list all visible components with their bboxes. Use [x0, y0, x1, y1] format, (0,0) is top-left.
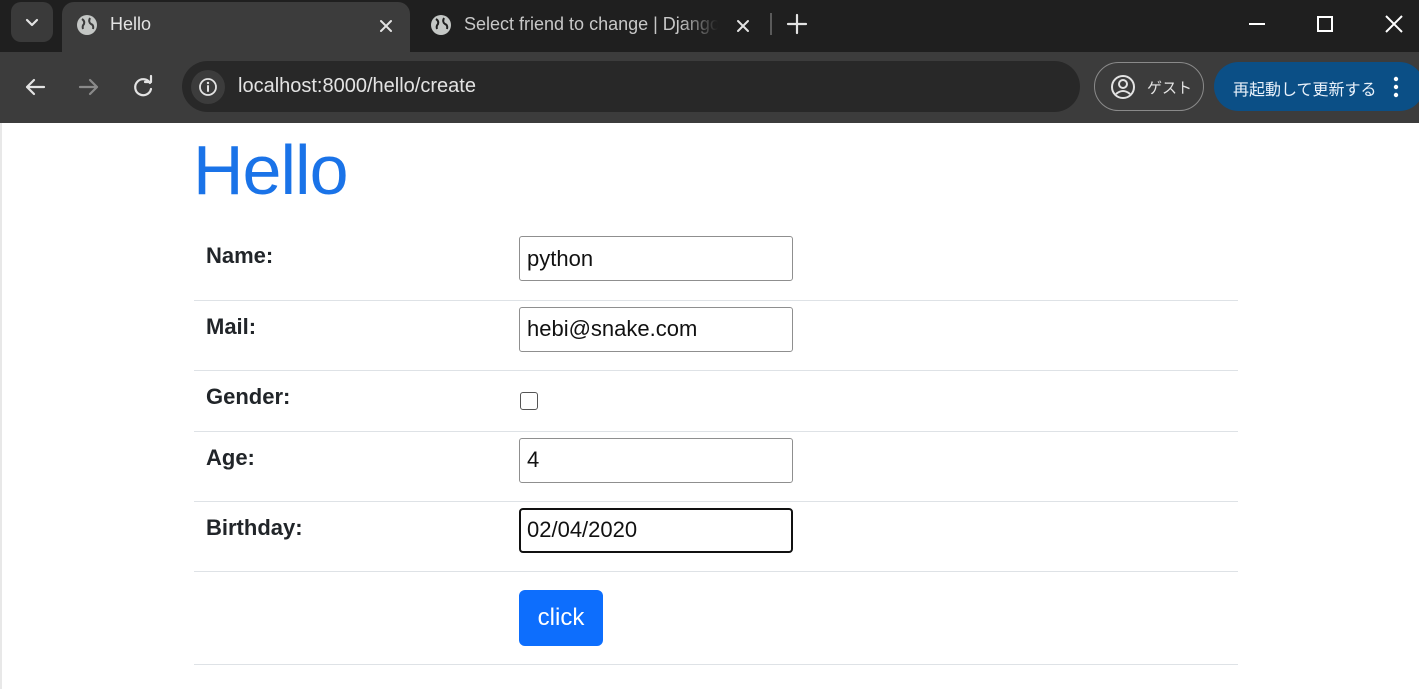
close-tab-icon[interactable] [732, 15, 754, 37]
window-close-icon[interactable] [1381, 11, 1407, 37]
form-row-name: Name: [194, 230, 1238, 301]
gender-checkbox[interactable] [520, 391, 538, 410]
minimize-icon[interactable] [1244, 11, 1270, 37]
globe-icon [431, 15, 451, 35]
close-tab-icon[interactable] [375, 15, 397, 37]
name-input[interactable] [519, 236, 793, 281]
form-table: Name: Mail: Gender: Age: [194, 230, 1238, 665]
browser-toolbar: localhost:8000/hello/create ゲスト 再起動して更新す… [0, 52, 1419, 123]
info-icon [199, 78, 217, 96]
birthday-input[interactable] [519, 507, 793, 553]
forward-arrow-icon[interactable] [74, 72, 104, 102]
new-tab-plus-icon[interactable] [784, 11, 810, 37]
reload-icon[interactable] [128, 72, 158, 102]
tab-title: Select friend to change | Django [464, 14, 718, 34]
tab-title: Hello [110, 14, 152, 34]
tab-search-button[interactable] [11, 2, 53, 42]
page-title: Hello [193, 131, 349, 209]
form-row-submit: click [194, 571, 1238, 665]
restart-to-update-button[interactable]: 再起動して更新する [1214, 62, 1419, 111]
browser-tab-strip: Hello Select friend to change | Django [0, 0, 1419, 52]
tab-django-admin[interactable]: Select friend to change | Django [416, 2, 768, 52]
form-row-age: Age: [194, 431, 1238, 502]
chevron-down-icon [25, 18, 39, 27]
tab-hello[interactable]: Hello [62, 2, 410, 52]
form-row-birthday: Birthday: [194, 501, 1238, 572]
mail-label: Mail: [194, 300, 519, 371]
age-input[interactable] [519, 437, 793, 483]
window-edge [0, 123, 2, 689]
tab-separator [770, 13, 772, 35]
page-content: Hello Name: Mail: Gender: [0, 123, 1419, 689]
form-row-mail: Mail: [194, 300, 1238, 371]
profile-label: ゲスト [1147, 79, 1193, 97]
account-circle-icon [1111, 75, 1135, 99]
address-bar[interactable]: localhost:8000/hello/create [182, 61, 1080, 112]
profile-button[interactable]: ゲスト [1094, 62, 1204, 111]
click-submit-button[interactable]: click [519, 589, 603, 646]
name-label: Name: [194, 230, 519, 301]
globe-icon [77, 15, 97, 35]
site-info-button[interactable] [191, 70, 225, 104]
form-row-gender: Gender: [194, 370, 1238, 432]
update-label: 再起動して更新する [1233, 80, 1377, 99]
age-label: Age: [194, 431, 519, 502]
birthday-label: Birthday: [194, 501, 519, 572]
maximize-icon[interactable] [1312, 11, 1338, 37]
more-vert-icon[interactable] [1384, 74, 1408, 100]
url-text: localhost:8000/hello/create [238, 75, 476, 97]
back-arrow-icon[interactable] [20, 72, 50, 102]
gender-label: Gender: [194, 370, 519, 432]
mail-input[interactable] [519, 306, 793, 352]
